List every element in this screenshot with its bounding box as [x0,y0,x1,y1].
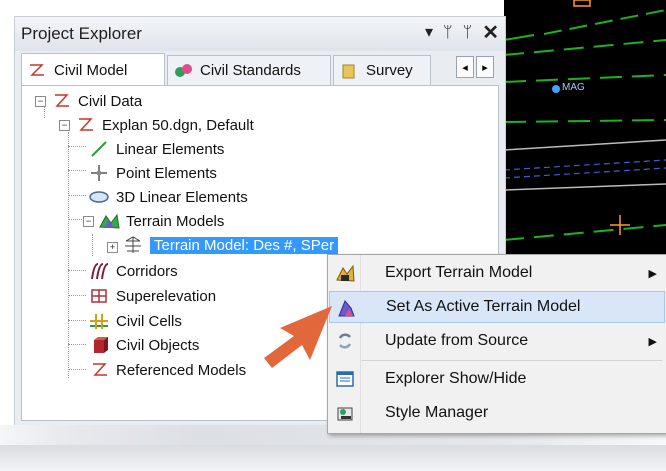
tree-guide [68,146,86,147]
3d-linear-elements-icon [89,191,109,203]
civil-objects-icon [94,337,108,353]
menu-item-label: Update from Source [385,332,529,349]
tree-node-label: Explan 50.dgn, Default [102,116,254,134]
refresh-icon [338,333,352,349]
tree-node-label: Terrain Model: Des #, SPer [150,236,339,254]
tree-node-civil-cells[interactable]: Civil Cells [88,310,182,332]
tree-node-label: Linear Elements [116,140,225,158]
tab-label: Civil Standards [200,62,301,79]
tree-guide [68,170,86,171]
menu-item-update-from-source[interactable]: Update from Source ▶ [329,325,665,357]
tree-node-referenced-models[interactable]: Referenced Models [88,359,246,381]
export-terrain-icon [336,264,355,282]
active-terrain-icon [338,300,355,317]
corridors-icon [91,263,109,280]
survey-icon [342,64,355,78]
tree-node-file[interactable]: Explan 50.dgn, Default [74,114,254,136]
tree-guide [92,234,93,256]
context-menu: Export Terrain Model ▶ Set As Active Ter… [327,254,666,434]
tree-node-label: Corridors [116,262,178,280]
tree-node-label: Superelevation [116,287,217,305]
tree-node-label: Civil Data [78,92,143,110]
model-file-icon [79,118,93,131]
tree-node-civil-objects[interactable]: Civil Objects [88,334,199,356]
civil-standards-icon [175,63,192,77]
civil-model-icon [30,64,44,76]
explorer-icon [336,371,354,387]
superelevation-icon [91,289,107,303]
expand-toggle[interactable]: + [107,242,118,253]
panel-controls: ▾ ᛘ ᛘ ✕ [425,23,499,43]
menu-item-explorer-show-hide[interactable]: Explorer Show/Hide [329,363,665,395]
civil-cells-icon [90,314,108,329]
screenshot-frame: MAG Project Explorer ▾ ᛘ ᛘ ✕ Civil Model… [0,0,666,471]
terrain-models-icon [99,213,120,229]
tree-node-label: Referenced Models [116,361,247,379]
tree-guide [68,344,86,345]
menu-item-label: Set As Active Terrain Model [386,298,581,315]
map-label: MAG [562,82,585,93]
collapse-toggle[interactable]: − [35,96,46,107]
submenu-arrow-icon: ▶ [648,335,657,348]
tree-guide [68,369,86,370]
pin-icon[interactable]: ᛘ [443,23,453,43]
tree-node-superelevation[interactable]: Superelevation [88,285,216,307]
tree-node-3d-linear-elements[interactable]: 3D Linear Elements [88,186,248,208]
menu-item-label: Style Manager [385,404,489,421]
tree-node-label: Terrain Models [126,212,225,230]
linear-elements-icon [91,141,107,157]
tree-guide [68,195,86,196]
menu-item-export-terrain-model[interactable]: Export Terrain Model ▶ [329,257,665,289]
tree-guide [68,295,86,296]
tree-guide [68,320,86,321]
tab-civil-model[interactable]: Civil Model [21,53,165,86]
tree-guide [68,270,86,271]
menu-item-set-active-terrain-model[interactable]: Set As Active Terrain Model [329,291,665,323]
submenu-arrow-icon: ▶ [648,267,657,280]
collapse-toggle[interactable]: − [83,216,94,227]
tab-label: Civil Model [54,61,128,79]
tree-guide [44,106,45,118]
tab-label: Survey [366,62,413,79]
tab-scroll-right[interactable]: ▸ [476,56,494,78]
bottom-fade-2 [0,445,666,471]
civil-data-icon [55,94,69,107]
collapse-toggle[interactable]: − [59,120,70,131]
panel-title: Project Explorer [21,24,142,43]
tab-scroll-left[interactable]: ◂ [456,56,474,78]
terrain-model-icon [125,236,141,253]
menu-item-label: Export Terrain Model [385,264,533,281]
tree-node-corridors[interactable]: Corridors [88,260,178,282]
close-icon[interactable]: ✕ [482,23,499,43]
dropdown-icon[interactable]: ▾ [425,23,433,43]
referenced-models-icon [93,363,107,376]
tree-node-terrain-model-selected[interactable]: Terrain Model: Des #, SPer [122,234,339,256]
tree-node-terrain-models[interactable]: Terrain Models [98,210,224,232]
tree-node-label: Point Elements [116,164,217,182]
tree-node-point-elements[interactable]: Point Elements [88,162,217,184]
menu-separator [362,360,662,361]
panel-titlebar: Project Explorer ▾ ᛘ ᛘ ✕ [15,17,505,51]
tab-survey[interactable]: Survey [333,55,431,85]
tree-node-label: Civil Objects [116,336,200,354]
callout-arrow-icon [264,306,332,368]
tree-node-label: Civil Cells [116,312,182,330]
tree-node-label: 3D Linear Elements [116,188,248,206]
style-manager-icon [337,407,353,421]
tree-node-civil-data[interactable]: Civil Data [50,90,142,112]
tab-strip: Civil Model Civil Standards Survey ◂ ▸ [21,53,499,86]
tree-guide [68,132,69,378]
tree-node-linear-elements[interactable]: Linear Elements [88,138,224,160]
menu-item-label: Explorer Show/Hide [385,370,527,387]
point-elements-icon [91,165,107,181]
tab-civil-standards[interactable]: Civil Standards [167,55,331,85]
menu-item-style-manager[interactable]: Style Manager [329,397,665,429]
pin-icon-2[interactable]: ᛘ [463,23,473,43]
